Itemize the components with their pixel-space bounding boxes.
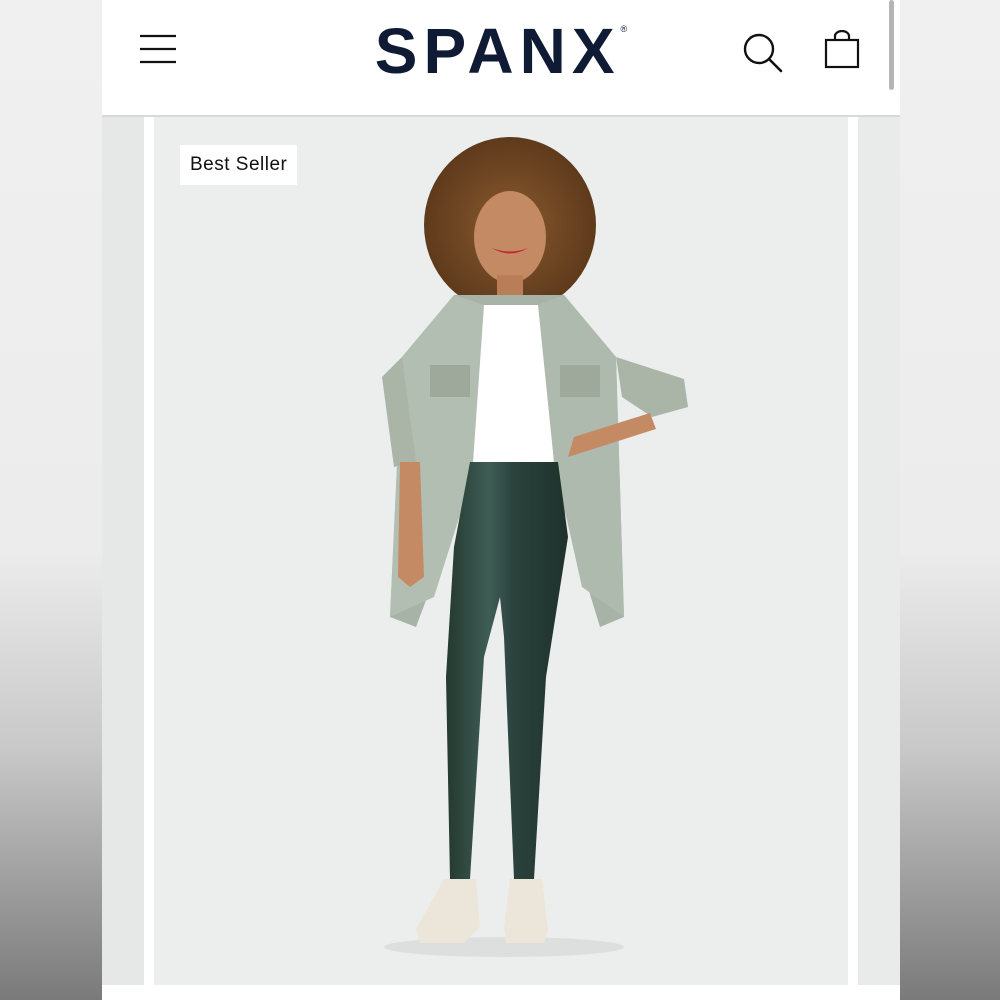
brand-name: SPANX xyxy=(374,15,621,87)
search-icon[interactable] xyxy=(742,32,784,74)
next-slide-peek[interactable] xyxy=(858,117,900,985)
previous-slide-peek[interactable] xyxy=(102,117,144,985)
site-header: SPANX® xyxy=(102,0,900,117)
page-bottom-edge xyxy=(102,985,900,1000)
background-right-blur xyxy=(900,0,1000,1000)
page-scrollbar[interactable] xyxy=(889,0,894,90)
registered-mark: ® xyxy=(620,24,628,34)
mobile-page: SPANX® Best Seller xyxy=(102,0,900,1000)
product-image-carousel[interactable]: Best Seller xyxy=(102,117,900,985)
product-image[interactable]: Best Seller xyxy=(154,117,848,985)
shopping-bag-icon[interactable] xyxy=(824,29,860,70)
best-seller-badge: Best Seller xyxy=(180,145,298,185)
model-photo xyxy=(382,137,688,957)
background-left-blur xyxy=(0,0,102,1000)
